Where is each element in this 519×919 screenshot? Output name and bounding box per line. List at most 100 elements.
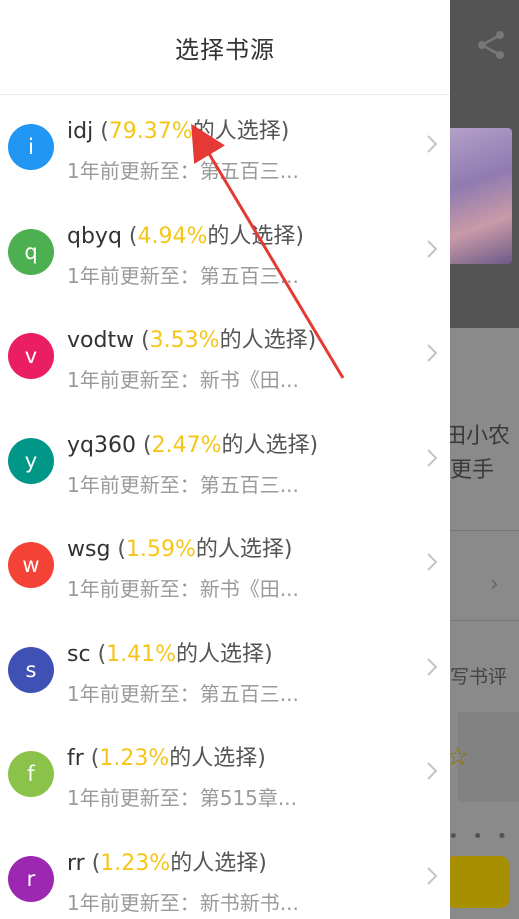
source-percent: 4.94% — [137, 223, 208, 249]
share-icon[interactable] — [474, 28, 508, 62]
source-name: yq360 — [67, 432, 136, 458]
source-avatar: w — [8, 542, 54, 588]
source-title: vodtw (3.53%的人选择) — [67, 322, 316, 354]
book-meta-fragment: 更手 — [450, 458, 495, 483]
paren-open: ( — [97, 641, 107, 667]
source-list: i idj (79.37%的人选择) 1年前更新至：第五百三... q qbyq… — [0, 95, 450, 919]
avatar-letter: s — [25, 657, 37, 682]
paren-open: ( — [91, 850, 101, 876]
avatar-letter: w — [22, 553, 40, 577]
source-item-rr[interactable]: r rr (1.23%的人选择) 1年前更新至：新书新书... — [0, 827, 450, 919]
divider — [450, 620, 519, 621]
source-percent: 1.23% — [100, 850, 171, 876]
avatar-letter: q — [24, 239, 38, 264]
paren-open: ( — [142, 432, 152, 458]
source-update-info: 1年前更新至：第515章... — [67, 786, 297, 810]
avatar-letter: v — [24, 344, 38, 368]
source-name: idj — [67, 119, 94, 144]
source-percent-suffix: 的人选择 — [192, 119, 281, 144]
source-update-info: 1年前更新至：新书《田... — [67, 368, 299, 392]
source-update-info: 1年前更新至：新书《田... — [67, 577, 299, 601]
source-update-info: 1年前更新至：第五百三... — [67, 159, 299, 183]
source-percent-suffix: 的人选择 — [207, 223, 296, 249]
avatar-letter: y — [24, 448, 38, 473]
chevron-right-icon — [427, 135, 438, 153]
write-review-link[interactable]: 写书评 — [450, 662, 507, 689]
source-name: fr — [67, 746, 84, 771]
source-name: qbyq — [67, 223, 122, 249]
rating-dots: • • • — [448, 826, 512, 847]
source-percent: 79.37% — [108, 119, 193, 144]
drawer-header: 选择书源 — [0, 0, 450, 95]
avatar-letter: i — [28, 135, 34, 159]
source-avatar: r — [8, 855, 54, 902]
source-item-qbyq[interactable]: q qbyq (4.94%的人选择) 1年前更新至：第五百三... — [0, 200, 450, 305]
paren-close: ) — [309, 432, 319, 458]
paren-open: ( — [128, 223, 138, 249]
source-update-info: 1年前更新至：第五百三... — [67, 681, 299, 706]
source-avatar: v — [8, 333, 54, 379]
paren-open: ( — [117, 537, 127, 562]
book-cover — [442, 128, 512, 264]
source-avatar: y — [8, 437, 54, 484]
source-item-sc[interactable]: s sc (1.41%的人选择) 1年前更新至：第五百三... — [0, 618, 450, 723]
source-percent-suffix: 的人选择 — [195, 537, 284, 562]
source-title: wsg (1.59%的人选择) — [67, 531, 293, 563]
paren-open: ( — [141, 328, 150, 353]
source-item-idj[interactable]: i idj (79.37%的人选择) 1年前更新至：第五百三... — [0, 95, 450, 200]
avatar-letter: r — [26, 866, 36, 891]
chevron-right-icon — [427, 448, 438, 467]
paren-close: ) — [280, 119, 290, 144]
paren-close: ) — [257, 746, 266, 771]
paren-close: ) — [295, 223, 305, 249]
source-avatar: i — [8, 124, 54, 170]
source-percent: 3.53% — [149, 328, 220, 353]
chevron-right-icon — [427, 344, 438, 362]
source-item-fr[interactable]: f fr (1.23%的人选择) 1年前更新至：第515章... — [0, 722, 450, 827]
chevron-right-icon — [427, 239, 438, 258]
source-percent-suffix: 的人选择 — [221, 432, 310, 458]
source-name: sc — [67, 641, 91, 667]
chevron-right-icon — [427, 866, 438, 885]
chevron-right-icon — [427, 553, 438, 571]
paren-close: ) — [264, 641, 273, 667]
bottom-action-button[interactable] — [447, 856, 509, 908]
source-title: yq360 (2.47%的人选择) — [67, 427, 318, 459]
paren-close: ) — [307, 328, 317, 353]
source-percent: 1.59% — [126, 537, 196, 562]
source-name: wsg — [67, 537, 111, 562]
paren-close: ) — [283, 537, 293, 562]
source-item-wsg[interactable]: w wsg (1.59%的人选择) 1年前更新至：新书《田... — [0, 513, 450, 618]
source-percent-suffix: 的人选择 — [176, 641, 265, 667]
drawer-title: 选择书源 — [175, 35, 275, 64]
source-title: sc (1.41%的人选择) — [67, 636, 273, 668]
source-avatar: f — [8, 751, 54, 797]
avatar-letter: f — [27, 762, 35, 786]
status-bar-fragment — [448, 0, 519, 6]
source-title: rr (1.23%的人选择) — [67, 845, 267, 877]
source-item-yq360[interactable]: y yq360 (2.47%的人选择) 1年前更新至：第五百三... — [0, 409, 450, 514]
source-item-vodtw[interactable]: v vodtw (3.53%的人选择) 1年前更新至：新书《田... — [0, 304, 450, 409]
source-percent-suffix: 的人选择 — [219, 328, 308, 353]
chevron-right-icon — [427, 762, 438, 780]
source-title: idj (79.37%的人选择) — [67, 113, 289, 145]
source-update-info: 1年前更新至：第五百三... — [67, 472, 299, 497]
source-percent: 1.41% — [106, 641, 177, 667]
paren-close: ) — [258, 850, 267, 876]
source-avatar: s — [8, 646, 54, 693]
source-percent: 1.23% — [99, 746, 170, 771]
source-update-info: 1年前更新至：第五百三... — [67, 263, 299, 288]
source-percent: 2.47% — [151, 432, 222, 458]
source-title: fr (1.23%的人选择) — [67, 740, 266, 772]
divider — [450, 530, 519, 531]
source-selection-drawer: 选择书源 i idj (79.37%的人选择) 1年前更新至：第五百三... q… — [0, 0, 450, 919]
source-title: qbyq (4.94%的人选择) — [67, 218, 304, 250]
book-title-fragment: 田小农 — [444, 424, 511, 449]
source-update-info: 1年前更新至：新书新书... — [67, 890, 299, 915]
source-name: rr — [67, 850, 85, 876]
source-avatar: q — [8, 228, 54, 275]
paren-open: ( — [100, 119, 109, 144]
source-name: vodtw — [67, 328, 135, 353]
source-percent-suffix: 的人选择 — [170, 850, 259, 876]
chevron-right-icon[interactable]: › — [490, 572, 499, 597]
